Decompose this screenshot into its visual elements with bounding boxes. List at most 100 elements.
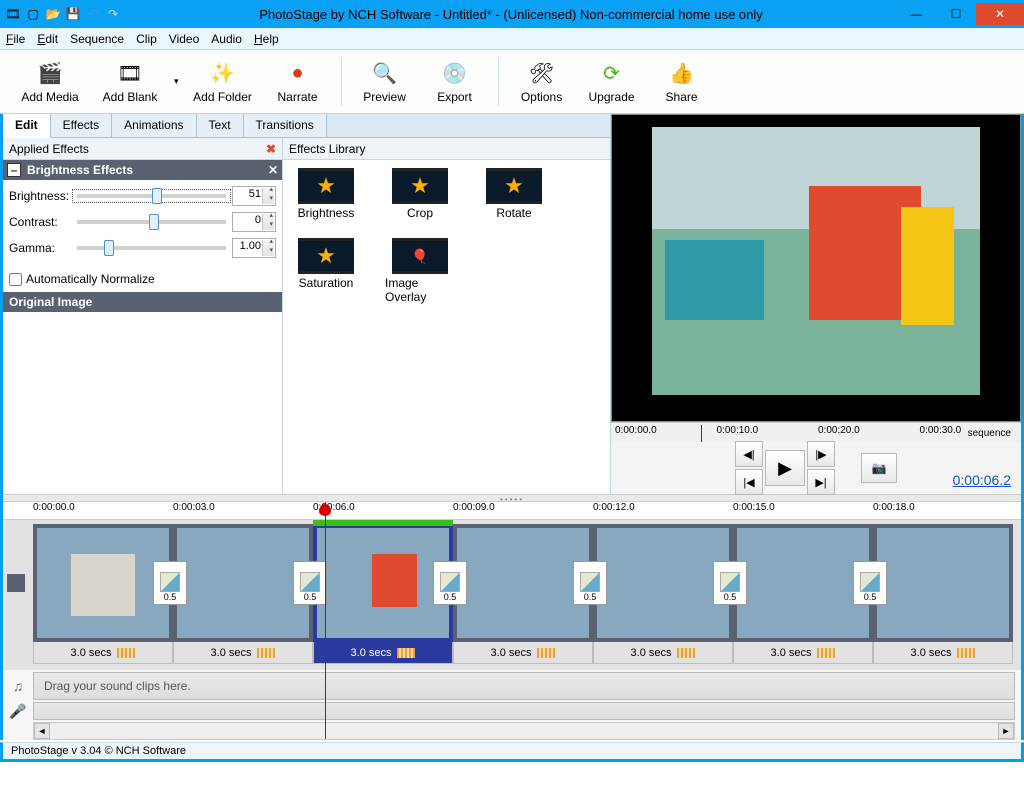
video-track-icon — [7, 574, 25, 592]
redo-icon[interactable]: ↷ — [104, 5, 122, 23]
add-folder-button[interactable]: ✨Add Folder — [183, 52, 263, 112]
effect-crop[interactable]: ★Crop — [385, 168, 455, 220]
transition-badge[interactable]: 0.5 — [573, 561, 607, 605]
preview-viewport[interactable] — [611, 114, 1021, 422]
menu-clip[interactable]: Clip — [136, 32, 157, 46]
brightness-value[interactable]: 51 — [232, 186, 276, 206]
goto-end-button[interactable]: ▶| — [807, 469, 835, 495]
contrast-label: Contrast: — [9, 215, 71, 229]
splitter-grip[interactable]: ••••• — [3, 494, 1021, 502]
gamma-value[interactable]: 1.00 — [232, 238, 276, 258]
statusbar: PhotoStage v 3.04 © NCH Software — [0, 742, 1024, 762]
timeline-ruler[interactable]: 0:00:00.0 0:00:03.0 0:00:06.0 0:00:09.0 … — [3, 502, 1021, 520]
time-readout[interactable]: 0:00:06.2 — [953, 472, 1011, 488]
add-blank-dropdown[interactable]: ▾ — [170, 76, 183, 87]
effects-library-title: Effects Library — [283, 138, 610, 160]
effect-controls: Brightness: 51 Contrast: 0 Gamma: 1.00 — [3, 180, 282, 270]
clip-2[interactable]: 0.5 3.0 secs — [173, 524, 313, 664]
timeline-playhead[interactable] — [325, 502, 326, 739]
clear-effects-button[interactable]: ✖ — [266, 142, 276, 156]
quick-access-toolbar: 🎞 ▢ 📂 💾 ↶ ↷ — [0, 5, 126, 23]
clip-1[interactable]: 0.5 3.0 secs — [33, 524, 173, 664]
clip-thumbnail: 0.5 — [33, 524, 173, 642]
duration-bars-icon — [397, 648, 415, 658]
effects-library-panel: Effects Library ★Brightness ★Crop ★Rotat… — [283, 138, 610, 494]
transition-badge[interactable]: 0.5 — [713, 561, 747, 605]
new-icon[interactable]: ▢ — [24, 5, 42, 23]
save-icon[interactable]: 💾 — [64, 5, 82, 23]
menu-sequence[interactable]: Sequence — [70, 32, 124, 46]
narration-track[interactable]: 🎤 — [33, 702, 1015, 720]
effect-saturation[interactable]: ★Saturation — [291, 238, 361, 304]
menu-file[interactable]: File — [6, 32, 25, 46]
separator — [341, 58, 342, 106]
play-button[interactable]: ▶ — [765, 450, 805, 486]
clip-7[interactable]: 3.0 secs — [873, 524, 1013, 664]
timeline-scrollbar[interactable]: ◄ ► — [33, 722, 1015, 740]
gamma-slider[interactable] — [77, 246, 226, 250]
clip-6[interactable]: 0.5 3.0 secs — [733, 524, 873, 664]
add-media-button[interactable]: 🎬Add Media — [10, 52, 90, 112]
transition-badge[interactable]: 0.5 — [293, 561, 327, 605]
goto-start-button[interactable]: |◀ — [735, 469, 763, 495]
overlay-icon: 🎈 — [392, 238, 448, 274]
upgrade-icon: ⟳ — [598, 60, 626, 88]
export-button[interactable]: 💿Export — [420, 52, 490, 112]
share-button[interactable]: 👍Share — [647, 52, 717, 112]
clip-4[interactable]: 0.5 3.0 secs — [453, 524, 593, 664]
close-button[interactable]: ✕ — [976, 3, 1024, 25]
menu-edit[interactable]: Edit — [37, 32, 58, 46]
effect-brightness[interactable]: ★Brightness — [291, 168, 361, 220]
sequence-label: sequence — [964, 428, 1015, 439]
tab-animations[interactable]: Animations — [112, 114, 196, 137]
collapse-icon[interactable]: – — [7, 163, 21, 177]
open-icon[interactable]: 📂 — [44, 5, 62, 23]
auto-normalize-checkbox[interactable] — [9, 273, 22, 286]
scroll-right-button[interactable]: ► — [998, 723, 1014, 739]
tab-transitions[interactable]: Transitions — [244, 114, 327, 137]
effects-library-grid: ★Brightness ★Crop ★Rotate ★Saturation 🎈I… — [283, 160, 610, 312]
contrast-slider[interactable] — [77, 220, 226, 224]
add-blank-button[interactable]: 🎞Add Blank — [90, 52, 170, 112]
tab-edit[interactable]: Edit — [3, 114, 51, 138]
transition-icon — [720, 572, 740, 592]
options-button[interactable]: 🛠Options — [507, 52, 577, 112]
brightness-effect-header[interactable]: – Brightness Effects ✕ — [3, 160, 282, 180]
snapshot-button[interactable]: 📷 — [861, 453, 897, 483]
magnifier-icon: 🔍 — [371, 60, 399, 88]
contrast-value[interactable]: 0 — [232, 212, 276, 232]
upgrade-button[interactable]: ⟳Upgrade — [577, 52, 647, 112]
video-track[interactable]: 0.5 3.0 secs 0.5 3.0 secs 0.5 3.0 secs 0… — [3, 520, 1021, 670]
minimize-button[interactable]: — — [896, 3, 936, 25]
menu-video[interactable]: Video — [169, 32, 199, 46]
transition-badge[interactable]: 0.5 — [433, 561, 467, 605]
transition-badge[interactable]: 0.5 — [853, 561, 887, 605]
clip-3-selected[interactable]: 0.5 3.0 secs — [313, 524, 453, 664]
menu-help[interactable]: Help — [254, 32, 279, 46]
remove-effect-button[interactable]: ✕ — [268, 163, 278, 177]
scroll-left-button[interactable]: ◄ — [34, 723, 50, 739]
maximize-button[interactable]: ☐ — [936, 3, 976, 25]
preview-button[interactable]: 🔍Preview — [350, 52, 420, 112]
film-icon: 🎞 — [116, 60, 144, 88]
tab-text[interactable]: Text — [197, 114, 244, 137]
effect-image-overlay[interactable]: 🎈Image Overlay — [385, 238, 455, 304]
transition-icon — [160, 572, 180, 592]
undo-icon[interactable]: ↶ — [84, 5, 102, 23]
preview-controls: sequence ◀| |◀ ▶ |▶ ▶| 📷 0:00:06.2 — [611, 442, 1021, 494]
menu-audio[interactable]: Audio — [211, 32, 242, 46]
prev-frame-button[interactable]: ◀| — [735, 441, 763, 467]
transition-icon — [860, 572, 880, 592]
audio-track[interactable]: ♫ Drag your sound clips here. — [33, 672, 1015, 700]
preview-time-ruler[interactable]: 0:00:00.0 0:00:10.0 0:00:20.0 0:00:30.0 — [611, 422, 1021, 442]
transition-badge[interactable]: 0.5 — [153, 561, 187, 605]
next-frame-button[interactable]: |▶ — [807, 441, 835, 467]
original-image-header[interactable]: Original Image — [3, 292, 282, 312]
tab-effects[interactable]: Effects — [51, 114, 112, 137]
brightness-slider[interactable] — [77, 194, 226, 198]
applied-effects-title: Applied Effects — [9, 142, 89, 156]
narrate-button[interactable]: ●Narrate — [263, 52, 333, 112]
clip-meta: 3.0 secs — [33, 642, 173, 664]
clip-5[interactable]: 0.5 3.0 secs — [593, 524, 733, 664]
effect-rotate[interactable]: ★Rotate — [479, 168, 549, 220]
